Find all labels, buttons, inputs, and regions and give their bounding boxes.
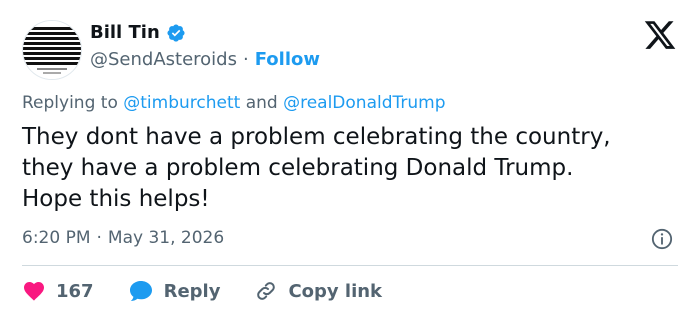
tweet-date: May 31, 2026: [107, 228, 225, 248]
tweet-line-2: they have a problem celebrating Donald T…: [22, 155, 574, 181]
author-handle-row: @SendAsteroids · Follow: [90, 49, 320, 70]
info-icon[interactable]: [651, 228, 673, 250]
heart-icon: [24, 282, 44, 301]
mention-link-1[interactable]: @timburchett: [123, 93, 240, 113]
author-name[interactable]: Bill Tin: [90, 22, 160, 43]
tweet-body: They dont have a problem celebrating the…: [22, 122, 682, 215]
verified-badge-icon: [167, 23, 185, 42]
action-bar: 167 Reply Copy link: [22, 279, 416, 303]
author-name-row: Bill Tin: [90, 22, 186, 43]
tweet-line-1: They dont have a problem celebrating the…: [22, 124, 611, 150]
likes-count: 167: [56, 280, 94, 302]
timestamp-separator: ·: [96, 228, 102, 248]
tweet-timestamp[interactable]: 6:20 PM · May 31, 2026: [22, 228, 224, 248]
link-icon: [257, 282, 276, 300]
tweet-time: 6:20 PM: [22, 228, 91, 248]
handle-separator: ·: [242, 49, 249, 70]
tweet-line-3: Hope this helps!: [22, 186, 210, 212]
reply-label: Reply: [163, 280, 221, 302]
author-avatar[interactable]: [22, 20, 82, 80]
replying-to-line: Replying to @timburchett and @realDonald…: [22, 93, 446, 113]
copy-link-button[interactable]: Copy link: [254, 279, 382, 303]
actions-divider: [22, 265, 678, 266]
author-handle[interactable]: @SendAsteroids: [90, 49, 237, 70]
like-button[interactable]: 167: [22, 279, 94, 303]
reply-button[interactable]: Reply: [128, 279, 221, 303]
copy-link-label: Copy link: [288, 280, 383, 302]
speech-bubble-icon: [129, 281, 152, 302]
replying-to-prefix: Replying to: [22, 93, 118, 113]
x-logo-icon[interactable]: [642, 18, 678, 52]
follow-button[interactable]: Follow: [255, 49, 320, 70]
replying-to-conjunction: and: [245, 93, 278, 113]
avatar-image: [23, 21, 81, 79]
mention-link-2[interactable]: @realDonaldTrump: [283, 93, 445, 113]
